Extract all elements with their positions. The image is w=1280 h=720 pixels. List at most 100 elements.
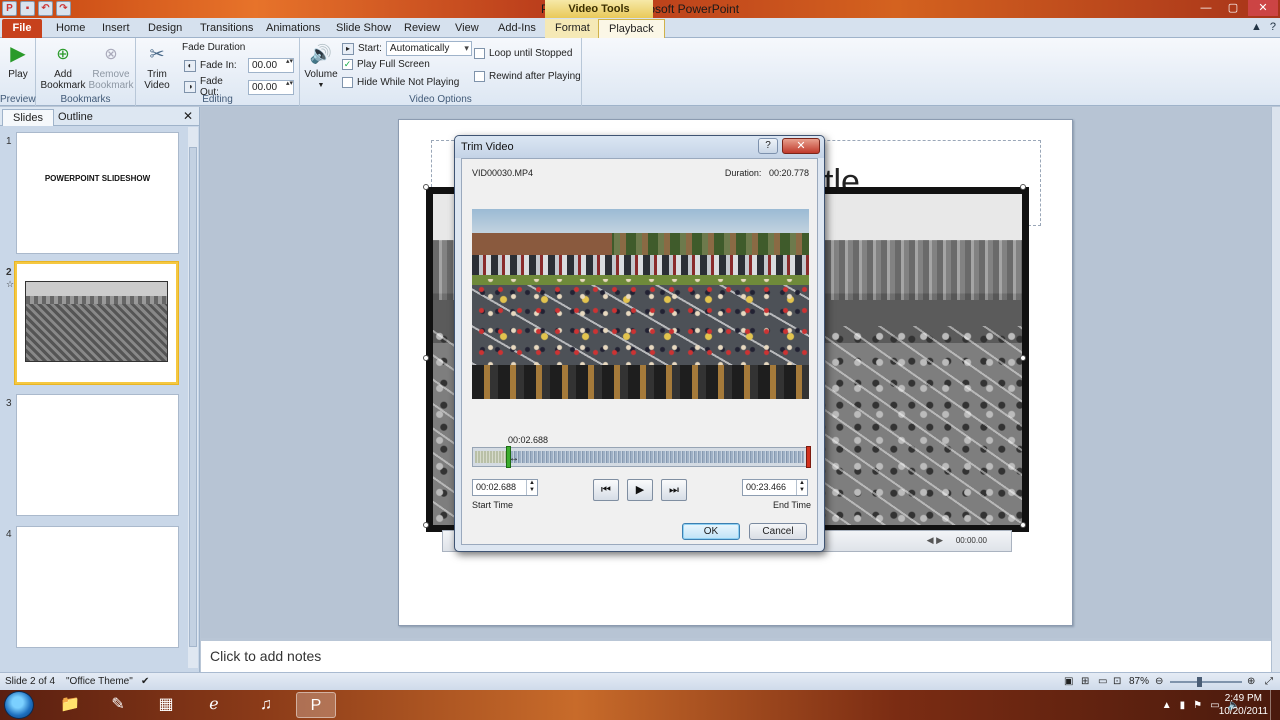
play-full-screen-checkbox[interactable]: ✓	[342, 59, 353, 70]
minimize-button[interactable]: —	[1194, 0, 1218, 16]
reading-view-icon[interactable]: ▭	[1098, 676, 1107, 687]
tab-view[interactable]: View	[445, 19, 489, 38]
tab-outline[interactable]: Outline	[48, 109, 103, 126]
resize-handle[interactable]	[423, 522, 429, 528]
previous-frame-button[interactable]: ⏮	[593, 479, 619, 501]
slide-thumbnail-4[interactable]	[16, 526, 179, 648]
zoom-level[interactable]: 87%	[1129, 676, 1149, 687]
rewind-checkbox[interactable]	[474, 71, 485, 82]
clock-time: 2:49 PM	[1224, 693, 1262, 704]
resize-handle[interactable]	[423, 355, 429, 361]
calculator-icon[interactable]: ▦	[146, 692, 186, 718]
slide-thumbnail-2[interactable]	[15, 262, 178, 384]
tab-slides[interactable]: Slides	[2, 109, 54, 126]
fade-out-spinner[interactable]: 00.00	[248, 79, 294, 95]
tab-animations[interactable]: Animations	[256, 19, 330, 38]
spell-check-icon[interactable]: ✔	[141, 676, 149, 687]
zoom-out-icon[interactable]: ⊖	[1155, 676, 1163, 687]
play-button[interactable]: ▶ Play	[4, 41, 32, 81]
remove-bookmark-button[interactable]: ⊗ Remove Bookmark	[88, 41, 134, 91]
fade-out-icon: ◑	[184, 81, 196, 93]
rewind-row: Rewind after Playing	[474, 71, 581, 82]
volume-button[interactable]: 🔊 Volume ▼	[304, 41, 338, 91]
resize-handle[interactable]	[1020, 522, 1026, 528]
hide-while-not-playing-row: Hide While Not Playing	[342, 77, 459, 88]
action-center-icon[interactable]: ⚑	[1193, 700, 1202, 711]
end-time-spinner[interactable]: ▲ ▼	[796, 480, 807, 495]
tab-home[interactable]: Home	[46, 19, 95, 38]
main-scrollbar[interactable]	[1271, 107, 1280, 672]
tab-file[interactable]: File	[2, 19, 42, 38]
tab-transitions[interactable]: Transitions	[190, 19, 263, 38]
resize-handle[interactable]	[1020, 355, 1026, 361]
fade-in-spinner[interactable]: 00.00	[248, 58, 294, 73]
internet-explorer-icon[interactable]: ℯ	[194, 692, 234, 718]
resize-handle[interactable]	[1020, 184, 1026, 190]
waveform	[507, 451, 804, 463]
slide-sorter-icon[interactable]: ⊞	[1081, 676, 1089, 687]
scrollbar-thumb[interactable]	[189, 147, 197, 647]
dialog-body: VID00030.MP4 Duration: 00:20.778 00:02.6…	[461, 158, 818, 545]
slide-number: 1	[6, 136, 12, 147]
loop-checkbox[interactable]	[474, 48, 485, 59]
ribbon-minimize-icon[interactable]: ▲	[1251, 21, 1262, 33]
explorer-icon[interactable]: 📁	[50, 692, 90, 718]
itunes-icon[interactable]: ♫	[246, 692, 286, 718]
slide-thumbnail-1[interactable]: POWERPOINT SLIDESHOW	[16, 132, 179, 254]
notes-pane[interactable]: Click to add notes	[201, 639, 1271, 672]
slide-thumbnail-3[interactable]	[16, 394, 179, 516]
play-preview-button[interactable]: ▶	[627, 479, 653, 501]
tab-playback[interactable]: Playback	[598, 19, 665, 38]
hide-while-not-playing-checkbox[interactable]	[342, 77, 353, 88]
add-bookmark-button[interactable]: ⊕ Add Bookmark	[40, 41, 86, 91]
tab-slide-show[interactable]: Slide Show	[326, 19, 401, 38]
ok-button[interactable]: OK	[682, 523, 740, 540]
end-time-field[interactable]: 00:23.466 ▲ ▼	[742, 479, 808, 496]
show-desktop-button[interactable]	[1270, 690, 1280, 720]
start-dropdown[interactable]: Automatically	[385, 41, 472, 56]
panel-scrollbar[interactable]	[188, 127, 198, 668]
clock[interactable]: 2:49 PM 10/20/2011	[1219, 692, 1268, 718]
playbar-controls[interactable]: ◀ ▶	[927, 535, 943, 546]
start-button[interactable]	[4, 691, 34, 719]
normal-view-icon[interactable]: ▣	[1064, 676, 1073, 687]
zoom-slider[interactable]	[1170, 681, 1242, 683]
start-time-spinner[interactable]: ▲ ▼	[526, 480, 537, 495]
pen-tool-icon[interactable]: ✎	[98, 692, 138, 718]
tab-format[interactable]: Format	[545, 19, 600, 38]
slide-show-icon[interactable]: ⊡	[1113, 676, 1121, 687]
powerpoint-taskbar-icon[interactable]: P	[296, 692, 336, 718]
tab-add-ins[interactable]: Add-Ins	[488, 19, 546, 38]
clock-date: 10/20/2011	[1218, 706, 1268, 717]
duration-readout: Duration: 00:20.778	[724, 168, 809, 178]
close-icon[interactable]: ✕	[782, 138, 820, 154]
fit-to-window-icon[interactable]: ⤢	[1265, 676, 1273, 687]
add-bookmark-icon: ⊕	[56, 45, 70, 63]
zoom-slider-knob[interactable]	[1197, 677, 1202, 687]
tab-insert[interactable]: Insert	[92, 19, 140, 38]
help-icon[interactable]: ?	[1270, 21, 1276, 33]
maximize-button[interactable]: ▢	[1221, 0, 1245, 16]
close-window-button[interactable]: ✕	[1248, 0, 1278, 16]
cancel-button[interactable]: Cancel	[749, 523, 807, 540]
dialog-titlebar[interactable]: Trim Video ? ✕	[455, 136, 824, 158]
zoom-in-icon[interactable]: ⊕	[1247, 676, 1255, 687]
end-trim-handle[interactable]	[806, 446, 811, 468]
close-icon[interactable]: ✕	[183, 109, 193, 123]
tray-arrow-icon[interactable]: ▲	[1162, 700, 1172, 711]
next-frame-button[interactable]: ⏭	[661, 479, 687, 501]
tab-review[interactable]: Review	[394, 19, 450, 38]
resize-handle[interactable]	[423, 184, 429, 190]
network-icon[interactable]: ▮	[1180, 700, 1186, 711]
loop-row: Loop until Stopped	[474, 48, 572, 59]
slide-count: Slide 2 of 4	[5, 676, 56, 687]
trimmed-region	[475, 451, 509, 463]
trim-video-button[interactable]: ✂ Trim Video	[140, 41, 174, 92]
animation-star-icon: ☆	[6, 279, 15, 289]
trim-timeline[interactable]: ↔	[472, 446, 811, 468]
help-icon[interactable]: ?	[758, 138, 778, 154]
window-controls: — ▢ ✕	[1194, 0, 1278, 16]
theme-name[interactable]: "Office Theme"	[66, 676, 133, 687]
tab-design[interactable]: Design	[138, 19, 192, 38]
start-time-field[interactable]: 00:02.688 ▲ ▼	[472, 479, 538, 496]
